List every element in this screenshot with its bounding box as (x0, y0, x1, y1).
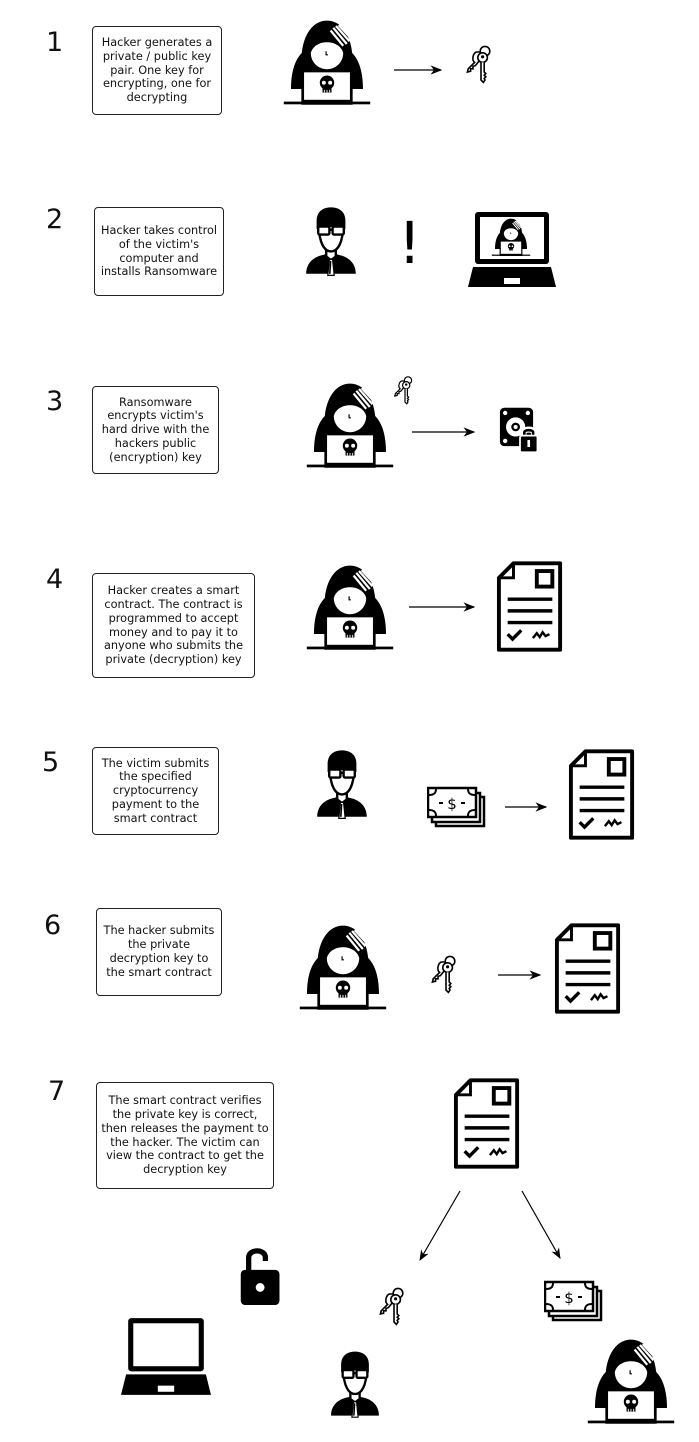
arrow-right-icon (505, 802, 548, 812)
unlocked-padlock-icon (239, 1245, 283, 1307)
arrow-right-icon (498, 970, 542, 980)
step-3-description-box: Ransomware encrypts victim's hard drive … (92, 386, 219, 474)
hacker-icon (305, 562, 395, 652)
hacker-icon (298, 922, 388, 1012)
step-4-number: 4 (46, 564, 64, 595)
arrow-right-icon (409, 602, 476, 612)
step-6-number: 6 (44, 910, 62, 941)
step-2-description: Hacker takes control of the victim's com… (100, 223, 218, 279)
step-7-description-box: The smart contract verifies the private … (96, 1082, 274, 1189)
step-5-description: The victim submits the specified cryptoc… (101, 756, 210, 825)
arrow-right-icon (412, 427, 476, 437)
contract-icon (496, 560, 564, 653)
contract-icon (554, 922, 622, 1015)
keys-icon (430, 952, 462, 996)
step-7-description: The smart contract verifies the private … (101, 1094, 269, 1177)
step-4-description-box: Hacker creates a smart contract. The con… (92, 573, 255, 678)
step-2-number: 2 (46, 204, 64, 235)
locked-hard-drive-icon (498, 406, 542, 454)
step-6-description: The hacker submits the private decryptio… (103, 924, 215, 979)
step-1-number: 1 (46, 27, 64, 58)
laptop-hacked-icon (467, 207, 557, 291)
arrow-right-icon (394, 65, 443, 75)
hacker-icon (282, 17, 372, 107)
arrow-down-left-icon (419, 1190, 461, 1261)
step-3-description: Ransomware encrypts victim's hard drive … (101, 395, 210, 464)
step-5-number: 5 (42, 747, 60, 778)
victim-icon (314, 744, 370, 824)
hacker-icon (586, 1336, 676, 1426)
victim-icon (328, 1345, 382, 1423)
laptop-icon (120, 1313, 212, 1399)
step-1-description: Hacker generates a private / public key … (101, 36, 213, 105)
victim-icon (303, 203, 359, 279)
hacker-icon (305, 380, 395, 470)
step-1-description-box: Hacker generates a private / public key … (92, 26, 222, 115)
money-icon (544, 1280, 604, 1322)
step-5-description-box: The victim submits the specified cryptoc… (92, 747, 219, 835)
step-2-description-box: Hacker takes control of the victim's com… (94, 207, 224, 296)
step-7-number: 7 (48, 1076, 66, 1107)
exclamation-icon: ! (398, 209, 422, 277)
contract-icon (453, 1077, 521, 1170)
keys-icon (465, 42, 497, 86)
keys-icon (378, 1284, 410, 1328)
keys-icon (393, 374, 417, 406)
step-3-number: 3 (46, 386, 64, 417)
step-6-description-box: The hacker submits the private decryptio… (96, 908, 222, 996)
step-4-description: Hacker creates a smart contract. The con… (103, 584, 244, 667)
contract-icon (568, 748, 636, 841)
money-icon (427, 786, 487, 828)
arrow-down-right-icon (521, 1190, 561, 1259)
